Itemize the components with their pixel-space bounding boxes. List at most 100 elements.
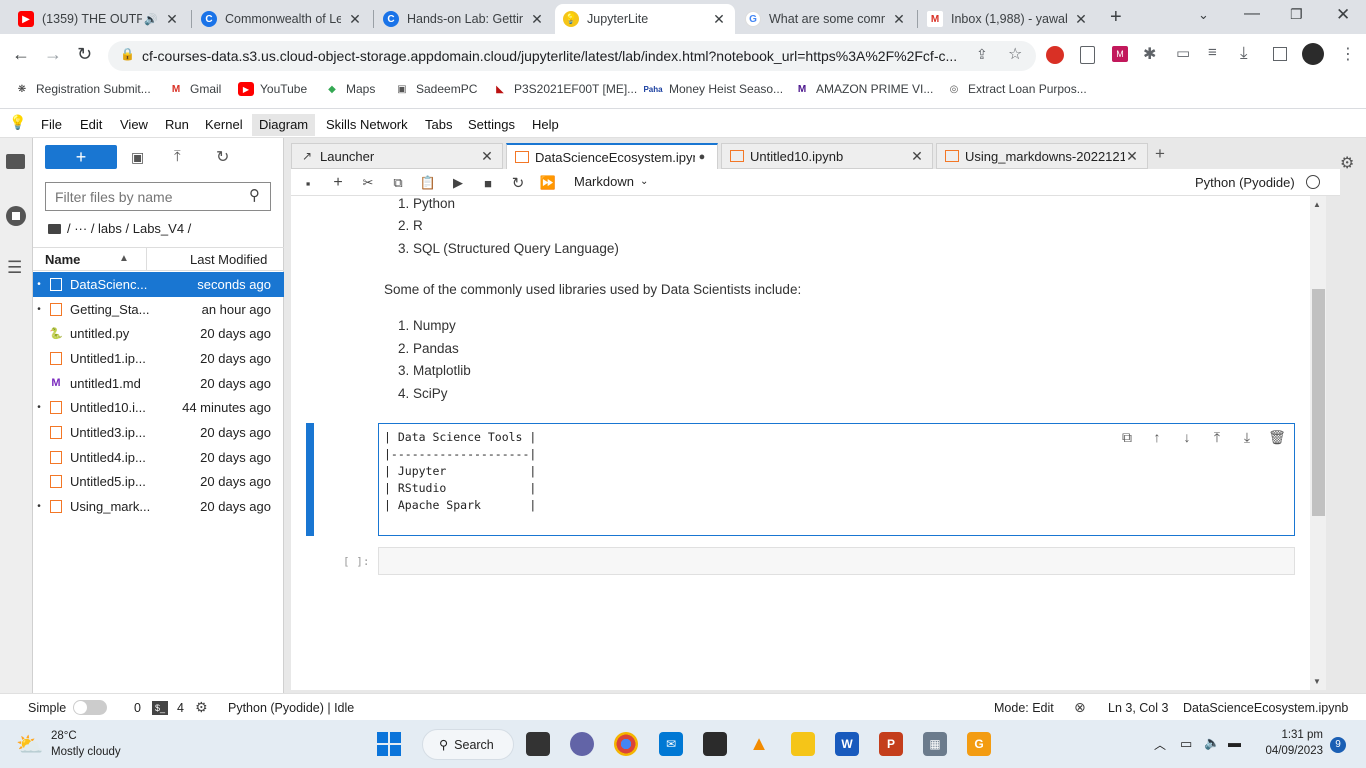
bookmark-star-icon[interactable]: ☆ (1008, 44, 1022, 64)
cell-type-select[interactable]: Markdown ⌄ (574, 174, 648, 189)
interrupt-icon[interactable]: ■ (479, 174, 497, 192)
new-folder-icon[interactable]: ▣ (131, 149, 144, 166)
scrollbar-thumb[interactable] (1312, 289, 1325, 516)
calculator-icon[interactable]: ▦ (923, 732, 947, 756)
menu-tabs[interactable]: Tabs (425, 117, 452, 132)
reload-icon[interactable]: ↻ (77, 44, 92, 65)
scroll-down-icon[interactable]: ▼ (1313, 677, 1321, 686)
file-row[interactable]: • Untitled10.i... 44 minutes ago (33, 396, 284, 421)
back-icon[interactable]: ← (12, 44, 30, 65)
file-row[interactable]: Untitled4.ip... 20 days ago (33, 445, 284, 470)
cast-icon[interactable]: ▭ (1176, 44, 1190, 62)
terminal-icon[interactable]: $_ (152, 701, 168, 715)
task-view-icon[interactable] (526, 732, 550, 756)
insert-cell-icon[interactable]: + (329, 174, 347, 192)
restart-icon[interactable]: ↻ (509, 174, 527, 192)
menu-diagram[interactable]: Diagram (252, 114, 316, 136)
url-text[interactable]: cf-courses-data.s3.us.cloud-object-stora… (142, 48, 957, 64)
pdf-app-icon[interactable]: G (967, 732, 991, 756)
filter-files-input[interactable] (45, 182, 271, 211)
kernel-name[interactable]: Python (Pyodide) (1195, 175, 1295, 190)
mail-icon[interactable]: ✉ (659, 732, 683, 756)
empty-code-cell[interactable] (378, 547, 1295, 575)
windows-start-icon[interactable] (377, 732, 401, 756)
vlc-icon[interactable]: ▲ (747, 732, 771, 756)
browser-tab-jupyterlite[interactable]: 💡 JupyterLite ✕ (555, 4, 735, 34)
file-explorer-icon[interactable] (791, 732, 815, 756)
close-tab-icon[interactable]: ✕ (347, 11, 363, 28)
clock-time[interactable]: 1:31 pm (1260, 729, 1323, 741)
bookmark-money-heist[interactable]: Paha Money Heist Seaso... (643, 82, 783, 96)
audio-icon[interactable]: 🔊 (144, 13, 158, 26)
close-tab-icon[interactable]: ✕ (711, 11, 727, 28)
chrome-menu-icon[interactable]: ⋮ (1340, 44, 1356, 64)
media-control-icon[interactable]: ≡ (1208, 44, 1217, 61)
menu-settings[interactable]: Settings (468, 117, 515, 132)
sort-ascending-icon[interactable]: ▲ (119, 253, 129, 264)
new-doc-tab-icon[interactable]: + (1155, 144, 1165, 164)
new-launcher-button[interactable]: + (45, 145, 117, 169)
share-icon[interactable]: ⇪ (976, 46, 988, 63)
upload-icon[interactable]: ⤒ (174, 148, 181, 165)
restart-run-all-icon[interactable]: ⏩ (539, 174, 557, 192)
mendeley-extension-icon[interactable]: M (1112, 46, 1128, 62)
menu-run[interactable]: Run (165, 117, 189, 132)
chevron-up-icon[interactable]: ︿ (1154, 736, 1166, 753)
file-row[interactable]: • Getting_Sta... an hour ago (33, 297, 284, 322)
refresh-icon[interactable]: ↻ (216, 147, 229, 167)
forward-icon[interactable]: → (44, 44, 62, 65)
bug-icon[interactable]: ⊗ (1074, 699, 1086, 716)
bookmark-amazon-prime[interactable]: M AMAZON PRIME VI... (794, 82, 934, 96)
insert-above-icon[interactable]: ⤒ (1207, 428, 1227, 446)
folder-icon[interactable] (6, 154, 25, 169)
sticky-notes-icon[interactable] (703, 732, 727, 756)
teams-chat-icon[interactable] (570, 732, 594, 756)
close-tab-icon[interactable]: ✕ (1073, 11, 1089, 28)
close-tab-icon[interactable]: ✕ (891, 11, 907, 28)
paste-icon[interactable]: 📋 (419, 174, 437, 192)
clock-date[interactable]: 04/09/2023 (1258, 745, 1323, 757)
bookmark-extract-loan[interactable]: ◎ Extract Loan Purpos... (946, 82, 1087, 96)
move-down-icon[interactable]: ↓ (1177, 428, 1197, 446)
powerpoint-icon[interactable]: P (879, 732, 903, 756)
file-row[interactable]: • DataScienc... seconds ago (33, 272, 284, 297)
notification-badge[interactable]: 9 (1330, 737, 1346, 753)
running-kernels-icon[interactable] (6, 206, 26, 226)
menu-file[interactable]: File (41, 117, 62, 132)
code-line[interactable]: | Jupyter | (384, 464, 536, 478)
weather-desc[interactable]: Mostly cloudy (51, 746, 121, 758)
extensions-icon[interactable]: ✱ (1143, 44, 1156, 64)
code-line[interactable]: |--------------------| (384, 447, 536, 461)
file-row[interactable]: 🐍 untitled.py 20 days ago (33, 321, 284, 346)
adblock-extension-icon[interactable] (1046, 46, 1064, 64)
insert-below-icon[interactable]: ⤓ (1237, 428, 1257, 446)
file-row[interactable]: Untitled5.ip... 20 days ago (33, 470, 284, 495)
chrome-taskbar-icon[interactable] (614, 732, 638, 756)
kernel-gear-icon[interactable]: ⚙ (195, 699, 208, 716)
taskbar-search-box[interactable]: ⚲ Search (422, 729, 514, 760)
close-tab-icon[interactable]: ✕ (910, 148, 924, 165)
profile-avatar[interactable] (1302, 43, 1324, 65)
cursor-position[interactable]: Ln 3, Col 3 (1108, 701, 1168, 715)
save-icon[interactable]: ▪ (299, 174, 317, 192)
bookmark-youtube[interactable]: ▶ YouTube (238, 82, 307, 96)
download-icon[interactable]: ⤓ (1240, 43, 1248, 63)
menu-skills-network[interactable]: Skills Network (326, 117, 408, 132)
browser-tab-gmail[interactable]: M Inbox (1,988) - yawab ✕ (919, 4, 1097, 34)
weather-temp[interactable]: 28°C (51, 730, 77, 742)
tab-search-icon[interactable]: ⌄ (1198, 7, 1209, 23)
simple-mode-toggle[interactable] (73, 700, 107, 715)
side-panel-icon[interactable] (1273, 47, 1287, 61)
file-row[interactable]: Muntitled1.md 20 days ago (33, 371, 284, 396)
kernel-status-text[interactable]: Python (Pyodide) | Idle (228, 701, 354, 715)
menu-edit[interactable]: Edit (80, 117, 102, 132)
bookmark-registration[interactable]: ❋ Registration Submit... (14, 82, 151, 96)
menu-kernel[interactable]: Kernel (205, 117, 243, 132)
property-inspector-gear-icon[interactable]: ⚙ (1340, 153, 1354, 173)
browser-tab-commonwealth[interactable]: C Commonwealth of Lea ✕ (193, 4, 371, 34)
network-icon[interactable]: ▭ (1180, 736, 1192, 752)
run-icon[interactable]: ▶ (449, 174, 467, 192)
bookmark-maps[interactable]: ◆ Maps (324, 82, 375, 96)
browser-tab-handson-lab[interactable]: C Hands-on Lab: Gettin ✕ (375, 4, 553, 34)
edit-mode-text[interactable]: Mode: Edit (994, 701, 1054, 715)
